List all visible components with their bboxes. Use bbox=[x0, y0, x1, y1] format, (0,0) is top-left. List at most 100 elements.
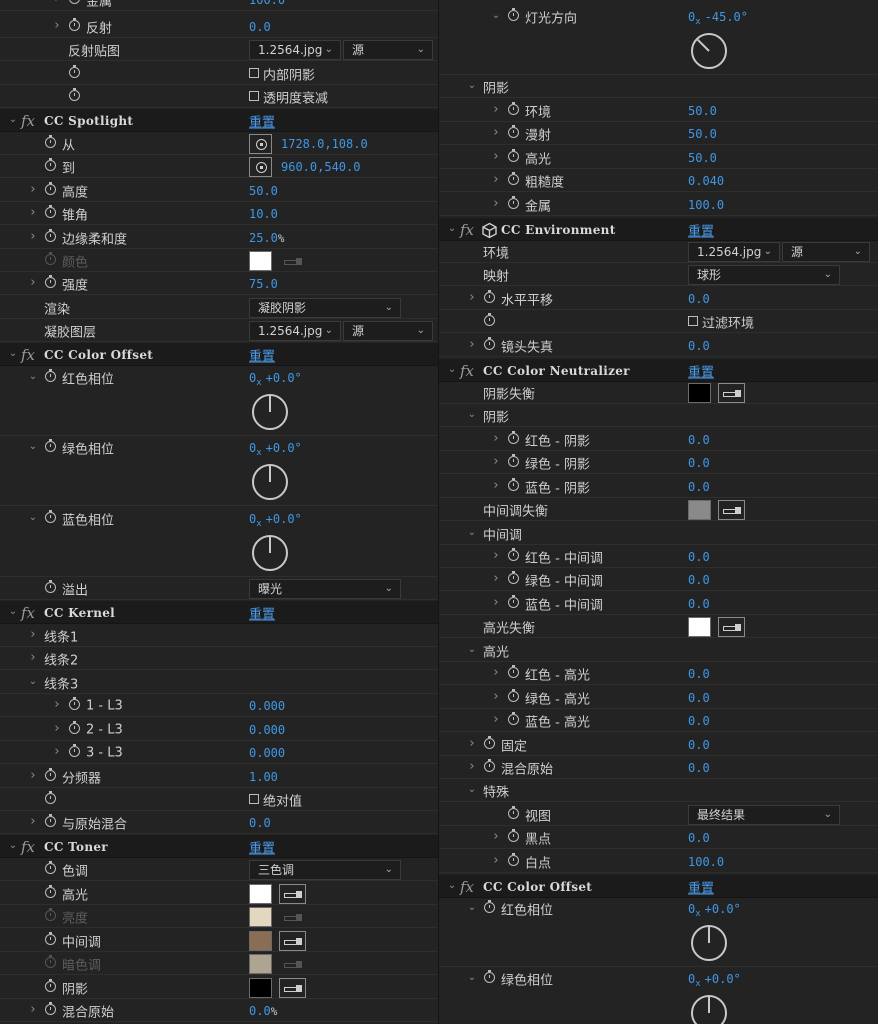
value-text[interactable]: 50.0 bbox=[688, 127, 717, 141]
angle-value[interactable]: 0x +0.0° bbox=[249, 441, 302, 458]
chevron-right-icon[interactable]: › bbox=[28, 651, 38, 664]
chevron-right-icon[interactable]: › bbox=[491, 455, 501, 468]
collapse-chevron-icon[interactable]: ⌄ bbox=[8, 840, 18, 851]
stopwatch-icon[interactable] bbox=[45, 579, 56, 593]
value-text[interactable]: 100.0 bbox=[688, 198, 724, 212]
eyedropper-icon[interactable] bbox=[718, 382, 745, 403]
stopwatch-icon[interactable] bbox=[45, 767, 56, 781]
stopwatch-icon[interactable] bbox=[45, 509, 56, 523]
chevron-down-icon[interactable]: ⌄ bbox=[28, 371, 38, 382]
crosshair-target-icon[interactable] bbox=[249, 156, 272, 177]
stopwatch-icon[interactable] bbox=[69, 17, 80, 31]
layer-dropdown[interactable]: 1.2564.jpg ⌄ bbox=[688, 241, 780, 262]
value-text[interactable]: 0.0 bbox=[688, 597, 710, 611]
stopwatch-icon[interactable] bbox=[508, 594, 519, 608]
chevron-right-icon[interactable]: › bbox=[467, 760, 477, 773]
value-text[interactable]: 100.0 bbox=[688, 855, 724, 869]
value-scrubber[interactable]: 0.0 bbox=[688, 691, 710, 705]
angle-dial[interactable] bbox=[691, 33, 727, 70]
stopwatch-icon[interactable] bbox=[484, 758, 495, 772]
chevron-down-icon[interactable]: ⌄ bbox=[28, 676, 38, 687]
angle-dial[interactable] bbox=[691, 925, 727, 962]
stopwatch-icon[interactable] bbox=[508, 711, 519, 725]
eyedropper-icon[interactable] bbox=[279, 883, 306, 904]
chevron-right-icon[interactable]: › bbox=[28, 1003, 38, 1016]
point-value[interactable]: 1728.0,108.0 bbox=[281, 137, 368, 151]
value-text[interactable]: 0.0 bbox=[688, 456, 710, 470]
value-scrubber[interactable]: 0.0 bbox=[688, 738, 710, 752]
checkbox-label[interactable]: 内部阴影 bbox=[263, 64, 315, 83]
stopwatch-icon[interactable] bbox=[45, 931, 56, 945]
value-text[interactable]: 0.0 bbox=[688, 292, 710, 306]
stopwatch-icon[interactable] bbox=[69, 696, 80, 710]
value-text[interactable]: 0.0 bbox=[688, 738, 710, 752]
stopwatch-icon[interactable] bbox=[508, 570, 519, 584]
chevron-right-icon[interactable]: › bbox=[491, 596, 501, 609]
chevron-right-icon[interactable]: › bbox=[28, 276, 38, 289]
value-scrubber[interactable]: 10.0 bbox=[249, 207, 278, 221]
stopwatch-icon[interactable] bbox=[484, 735, 495, 749]
reset-link[interactable]: 重置 bbox=[688, 877, 714, 896]
degrees[interactable]: +0.0° bbox=[266, 371, 302, 385]
angle-value[interactable]: 0x +0.0° bbox=[249, 371, 302, 388]
eyedropper-icon[interactable] bbox=[279, 977, 306, 998]
chevron-right-icon[interactable]: › bbox=[467, 338, 477, 351]
reset-link[interactable]: 重置 bbox=[688, 361, 714, 380]
dropdown-select[interactable]: 三色调 ⌄ bbox=[249, 859, 401, 880]
stopwatch-icon[interactable] bbox=[45, 790, 56, 804]
collapse-chevron-icon[interactable]: ⌄ bbox=[447, 364, 457, 375]
stopwatch-icon[interactable] bbox=[484, 289, 495, 303]
stopwatch-icon[interactable] bbox=[508, 852, 519, 866]
chevron-right-icon[interactable]: › bbox=[52, 19, 62, 32]
value-scrubber[interactable]: 100.0 bbox=[688, 855, 724, 869]
fx-icon[interactable]: fx bbox=[21, 346, 35, 364]
degrees[interactable]: -45.0° bbox=[705, 10, 748, 24]
reset-link[interactable]: 重置 bbox=[249, 111, 275, 130]
stopwatch-icon[interactable] bbox=[69, 0, 80, 4]
collapse-chevron-icon[interactable]: ⌄ bbox=[8, 606, 18, 617]
value-text[interactable]: 0.0 bbox=[688, 480, 710, 494]
value-scrubber[interactable]: 0.0 bbox=[688, 597, 710, 611]
chevron-right-icon[interactable]: › bbox=[28, 230, 38, 243]
value-scrubber[interactable]: 0.0 bbox=[249, 20, 271, 34]
checkbox[interactable] bbox=[249, 793, 259, 804]
value-scrubber[interactable]: 0.0 bbox=[688, 573, 710, 587]
value-text[interactable]: 0.0 bbox=[249, 1004, 271, 1018]
checkbox[interactable] bbox=[249, 90, 259, 101]
stopwatch-icon[interactable] bbox=[508, 805, 519, 819]
stopwatch-icon[interactable] bbox=[45, 134, 56, 148]
stopwatch-icon[interactable] bbox=[45, 181, 56, 195]
value-text[interactable]: 50.0 bbox=[249, 184, 278, 198]
collapse-chevron-icon[interactable]: ⌄ bbox=[8, 348, 18, 359]
stopwatch-icon[interactable] bbox=[484, 899, 495, 913]
chevron-down-icon[interactable]: ⌄ bbox=[467, 80, 477, 91]
value-text[interactable]: 0.0 bbox=[688, 433, 710, 447]
value-scrubber[interactable]: 100.0 bbox=[249, 0, 285, 7]
chevron-down-icon[interactable]: ⌄ bbox=[491, 10, 501, 21]
eyedropper-icon[interactable] bbox=[279, 930, 306, 951]
color-swatch[interactable] bbox=[688, 382, 711, 403]
value-text[interactable]: 1.00 bbox=[249, 770, 278, 784]
value-text[interactable]: 75.0 bbox=[249, 277, 278, 291]
chevron-down-icon[interactable]: ⌄ bbox=[28, 512, 38, 523]
chevron-right-icon[interactable]: › bbox=[491, 549, 501, 562]
value-text[interactable]: 0.0 bbox=[688, 667, 710, 681]
color-swatch[interactable] bbox=[249, 930, 272, 951]
chevron-right-icon[interactable]: › bbox=[28, 628, 38, 641]
value-scrubber[interactable]: 50.0 bbox=[688, 127, 717, 141]
value-scrubber[interactable]: 50.0 bbox=[688, 104, 717, 118]
stopwatch-icon[interactable] bbox=[45, 884, 56, 898]
value-scrubber[interactable]: 50.0 bbox=[249, 184, 278, 198]
stopwatch-icon[interactable] bbox=[508, 195, 519, 209]
value-scrubber[interactable]: 50.0 bbox=[688, 151, 717, 165]
stopwatch-icon[interactable] bbox=[508, 171, 519, 185]
eyedropper-icon[interactable] bbox=[718, 616, 745, 637]
color-swatch[interactable] bbox=[249, 977, 272, 998]
degrees[interactable]: +0.0° bbox=[705, 972, 741, 986]
value-text[interactable]: 0.0 bbox=[688, 573, 710, 587]
collapse-chevron-icon[interactable]: ⌄ bbox=[447, 880, 457, 891]
angle-value[interactable]: 0x -45.0° bbox=[688, 10, 748, 27]
chevron-down-icon[interactable]: ⌄ bbox=[467, 972, 477, 983]
source-dropdown[interactable]: 源 ⌄ bbox=[343, 320, 433, 341]
stopwatch-icon[interactable] bbox=[508, 477, 519, 491]
